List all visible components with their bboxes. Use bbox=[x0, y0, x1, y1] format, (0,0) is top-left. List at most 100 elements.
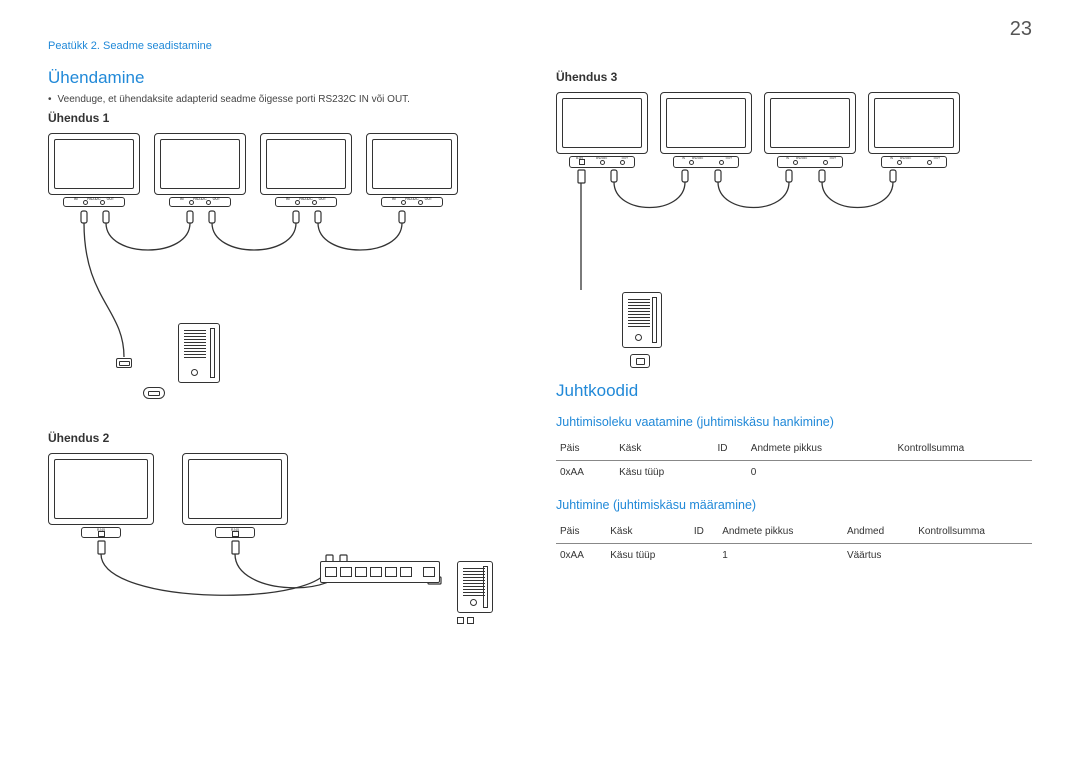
td: Käsu tüüp bbox=[606, 544, 690, 568]
page-content: Ühendamine • Veenduge, et ühendaksite ad… bbox=[0, 52, 1080, 677]
jack-icon bbox=[312, 200, 317, 205]
db9-connector-icon bbox=[116, 358, 132, 368]
bullet-note: • Veenduge, et ühendaksite adapterid sea… bbox=[48, 94, 524, 105]
cables-svg-2 bbox=[48, 537, 488, 657]
port-in-label: IN bbox=[180, 197, 184, 201]
port-out-label: OUT bbox=[319, 197, 326, 201]
jack-icon bbox=[418, 200, 423, 205]
port-out-label: OUT bbox=[213, 197, 220, 201]
table-view-status: Päis Käsk ID Andmete pikkus Kontrollsumm… bbox=[556, 437, 1032, 484]
monitor-screen-icon bbox=[556, 92, 648, 154]
monitor-4: RS232C IN OUT bbox=[366, 133, 458, 207]
port-out-label: OUT bbox=[726, 156, 732, 160]
monitor-screen-icon bbox=[48, 453, 154, 525]
td: 0xAA bbox=[556, 461, 615, 485]
page-number: 23 bbox=[1010, 18, 1032, 41]
monitor-1: RJ45 RS232C OUT bbox=[556, 92, 648, 168]
td bbox=[713, 461, 746, 485]
monitor-screen-icon bbox=[260, 133, 352, 195]
monitor-1: RJ45 bbox=[48, 453, 154, 538]
rj-icon bbox=[467, 617, 474, 624]
port-strip-mix: RS232C IN OUT bbox=[673, 156, 739, 168]
th: Päis bbox=[556, 520, 606, 544]
th: Andmete pikkus bbox=[718, 520, 843, 544]
port-out-label: OUT bbox=[622, 156, 628, 160]
td: Käsu tüüp bbox=[615, 461, 713, 485]
port-strip: RS232C IN OUT bbox=[275, 197, 337, 207]
jack-icon bbox=[600, 160, 605, 165]
port-in-label: IN bbox=[74, 197, 78, 201]
table-control-set: Päis Käsk ID Andmete pikkus Andmed Kontr… bbox=[556, 520, 1032, 567]
cables-svg bbox=[48, 209, 478, 429]
monitors-row-3: RJ45 RS232C OUT RS232C IN OUT bbox=[556, 92, 960, 168]
monitors-row-2: RJ45 RJ45 bbox=[48, 453, 288, 538]
monitor-screen-icon bbox=[154, 133, 246, 195]
diagram-connection-2: RJ45 RJ45 bbox=[48, 453, 488, 653]
th: ID bbox=[713, 437, 746, 461]
monitor-3: RS232C IN OUT bbox=[764, 92, 856, 168]
port-rs232c-label: RS232C bbox=[299, 197, 312, 201]
jack-icon bbox=[689, 160, 694, 165]
rj-icon bbox=[457, 617, 464, 624]
td bbox=[894, 461, 1033, 485]
port-rs232c-label: RS232C bbox=[900, 156, 911, 160]
adapter-icon bbox=[143, 387, 165, 399]
monitor-3: RS232C IN OUT bbox=[260, 133, 352, 207]
subsection-view: Juhtimisoleku vaatamine (juhtimiskäsu ha… bbox=[556, 415, 1032, 429]
left-column: Ühendamine • Veenduge, et ühendaksite ad… bbox=[48, 68, 524, 661]
port-out-label: OUT bbox=[934, 156, 940, 160]
port-rs232c-label: RS232C bbox=[796, 156, 807, 160]
pc-tower-icon bbox=[457, 561, 493, 624]
th: Käsk bbox=[606, 520, 690, 544]
th: Päis bbox=[556, 437, 615, 461]
port-rj45-label: RJ45 bbox=[231, 528, 239, 532]
port-strip: RS232C IN OUT bbox=[169, 197, 231, 207]
monitor-2: RS232C IN OUT bbox=[154, 133, 246, 207]
network-switch-icon bbox=[320, 561, 440, 583]
monitor-1: RS232C IN OUT bbox=[48, 133, 140, 207]
monitor-screen-icon bbox=[764, 92, 856, 154]
monitor-screen-icon bbox=[48, 133, 140, 195]
jack-icon bbox=[897, 160, 902, 165]
pc-tower-icon bbox=[622, 292, 662, 348]
port-rs232c-label: RS232C bbox=[405, 197, 418, 201]
monitor-screen-icon bbox=[868, 92, 960, 154]
jack-icon bbox=[100, 200, 105, 205]
port-out-label: OUT bbox=[425, 197, 432, 201]
port-in-label: IN bbox=[890, 156, 893, 160]
section-title-connect: Ühendamine bbox=[48, 68, 524, 88]
th: Andmed bbox=[843, 520, 914, 544]
td: 0xAA bbox=[556, 544, 606, 568]
monitor-screen-icon bbox=[366, 133, 458, 195]
jack-icon bbox=[620, 160, 625, 165]
conn2-title: Ühendus 2 bbox=[48, 431, 524, 445]
port-in-label: IN bbox=[392, 197, 396, 201]
td bbox=[914, 544, 1032, 568]
section-title-codes: Juhtkoodid bbox=[556, 381, 1032, 401]
td: 0 bbox=[747, 461, 894, 485]
port-strip-mix: RS232C IN OUT bbox=[777, 156, 843, 168]
port-rs232c-label: RS232C bbox=[596, 156, 607, 160]
port-rj45-label: RJ45 bbox=[576, 156, 583, 160]
port-in-label: IN bbox=[682, 156, 685, 160]
th: ID bbox=[690, 520, 718, 544]
table-1: Päis Käsk ID Andmete pikkus Kontrollsumm… bbox=[556, 437, 1032, 484]
td: Väärtus bbox=[843, 544, 914, 568]
port-in-label: IN bbox=[786, 156, 789, 160]
th: Kontrollsumma bbox=[914, 520, 1032, 544]
conn1-title: Ühendus 1 bbox=[48, 111, 524, 125]
port-in-label: IN bbox=[286, 197, 290, 201]
port-out-label: OUT bbox=[830, 156, 836, 160]
right-column: Ühendus 3 RJ45 RS232C OUT bbox=[556, 68, 1032, 661]
jack-icon bbox=[719, 160, 724, 165]
subsection-set: Juhtimine (juhtimiskäsu määramine) bbox=[556, 498, 1032, 512]
jack-icon bbox=[823, 160, 828, 165]
pc-tower-icon bbox=[178, 323, 220, 383]
jack-icon bbox=[206, 200, 211, 205]
monitors-row-1: RS232C IN OUT RS232C IN OUT bbox=[48, 133, 458, 207]
diagram-connection-1: RS232C IN OUT RS232C IN OUT bbox=[48, 133, 478, 423]
port-out-label: OUT bbox=[107, 197, 114, 201]
monitor-4: RS232C IN OUT bbox=[868, 92, 960, 168]
monitor-screen-icon bbox=[182, 453, 288, 525]
port-rs232c-label: RS232C bbox=[193, 197, 206, 201]
